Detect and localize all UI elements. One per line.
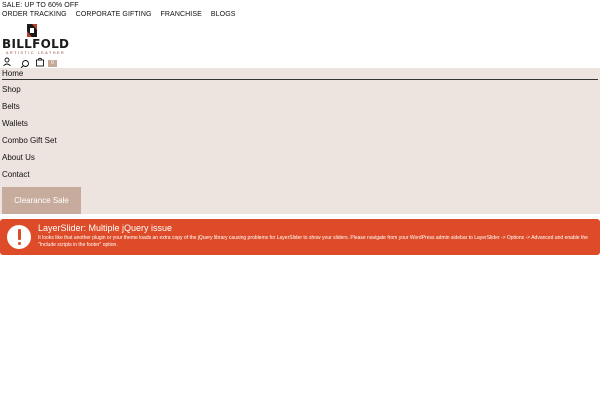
nav-item-belts[interactable]: Belts: [2, 102, 20, 111]
nav-item-home[interactable]: Home: [2, 69, 598, 80]
blogs-link[interactable]: BLOGS: [211, 11, 236, 18]
nav-item-contact[interactable]: Contact: [2, 170, 30, 179]
exclamation-icon: [7, 225, 31, 249]
franchise-link[interactable]: FRANCHISE: [161, 11, 202, 18]
cart-count-badge: 0: [48, 60, 57, 67]
nav-item-wallets[interactable]: Wallets: [2, 119, 28, 128]
logo-wordmark: BILLFOLD: [2, 37, 70, 51]
alert-title: LayerSlider: Multiple jQuery issue: [38, 223, 173, 233]
top-links: ORDER TRACKING CORPORATE GIFTING FRANCHI…: [2, 11, 236, 18]
user-icon[interactable]: [2, 57, 12, 67]
layerslider-alert: LayerSlider: Multiple jQuery issue It lo…: [0, 219, 600, 255]
main-navigation: Home Shop Belts Wallets Combo Gift Set A…: [0, 68, 600, 214]
nav-item-combo-gift-set[interactable]: Combo Gift Set: [2, 136, 57, 145]
site-logo[interactable]: BILLFOLD ARTISTIC LEATHER: [2, 23, 72, 55]
top-bar: SALE: UP TO 60% OFF ORDER TRACKING CORPO…: [0, 0, 600, 20]
clearance-sale-button[interactable]: Clearance Sale: [2, 187, 81, 214]
order-tracking-link[interactable]: ORDER TRACKING: [2, 11, 67, 18]
sale-announcement: SALE: UP TO 60% OFF: [2, 2, 79, 9]
corporate-gifting-link[interactable]: CORPORATE GIFTING: [76, 11, 152, 18]
alert-message: It looks like that another plugin or you…: [38, 235, 588, 248]
nav-item-about-us[interactable]: About Us: [2, 153, 35, 162]
shopping-bag-icon[interactable]: [35, 57, 45, 67]
nav-item-shop[interactable]: Shop: [2, 85, 21, 94]
logo-tagline: ARTISTIC LEATHER: [6, 51, 66, 55]
